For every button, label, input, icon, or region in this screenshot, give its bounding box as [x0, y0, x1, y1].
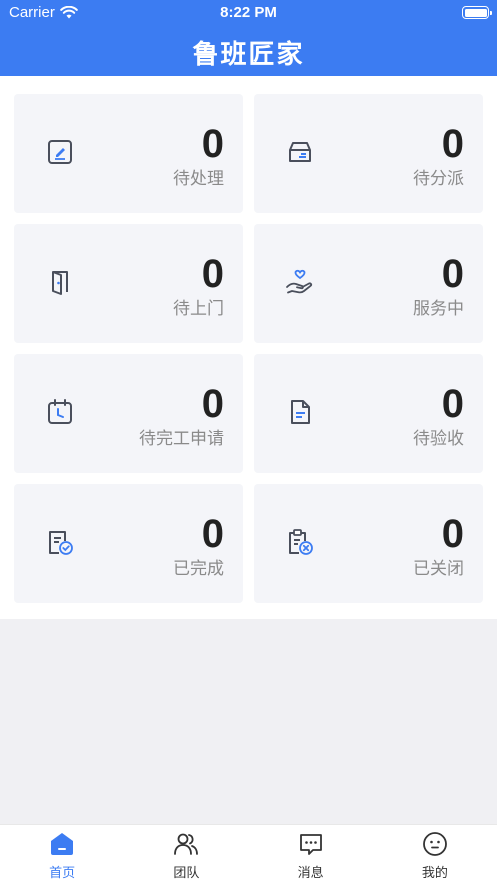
card-count: 0	[441, 122, 464, 166]
team-icon	[174, 833, 199, 855]
card-label: 待验收	[413, 429, 464, 448]
document-icon	[291, 400, 310, 424]
document-check-icon	[49, 531, 73, 555]
tab-home[interactable]: 首页	[0, 825, 124, 883]
status-card-completed[interactable]: 0 已完成	[14, 484, 243, 603]
bottom-tab-bar: 首页 团队 消息 我的	[0, 824, 497, 883]
battery-icon	[462, 6, 492, 19]
card-label: 待上门	[173, 299, 224, 318]
card-count: 0	[441, 382, 464, 426]
card-count: 0	[201, 382, 224, 426]
status-card-completion-request[interactable]: 0 待完工申请	[14, 354, 243, 473]
app-header: Carrier 8:22 PM 鲁班匠家	[0, 0, 497, 76]
card-count: 0	[441, 252, 464, 296]
status-bar: Carrier 8:22 PM	[0, 0, 497, 26]
calendar-clock-icon	[48, 399, 72, 424]
edit-icon	[48, 140, 72, 164]
tab-label: 消息	[297, 865, 324, 880]
profile-icon	[422, 832, 447, 856]
card-label: 已关闭	[413, 559, 464, 578]
app-title: 鲁班匠家	[192, 39, 305, 69]
card-count: 0	[201, 512, 224, 556]
door-icon	[52, 271, 68, 295]
hand-heart-icon	[286, 269, 313, 294]
message-icon	[299, 834, 322, 855]
clock: 8:22 PM	[220, 4, 277, 21]
order-status-grid: 0 待处理 0 待分派 0 待上门 0 服务中 0 待完工申请 0 待验收 0 …	[14, 94, 483, 603]
tab-label: 团队	[173, 865, 200, 880]
home-icon	[51, 833, 74, 855]
card-label: 待处理	[173, 169, 224, 188]
card-count: 0	[201, 252, 224, 296]
status-card-to-inspect[interactable]: 0 待验收	[254, 354, 483, 473]
status-card-closed[interactable]: 0 已关闭	[254, 484, 483, 603]
status-card-to-assign[interactable]: 0 待分派	[254, 94, 483, 213]
card-count: 0	[441, 512, 464, 556]
status-card-pending[interactable]: 0 待处理	[14, 94, 243, 213]
dashboard-panel: 0 待处理 0 待分派 0 待上门 0 服务中 0 待完工申请 0 待验收 0 …	[0, 76, 497, 619]
tab-label: 首页	[49, 865, 76, 880]
tab-profile[interactable]: 我的	[373, 825, 497, 883]
card-label: 已完成	[173, 559, 224, 578]
inbox-icon	[289, 142, 311, 162]
tab-label: 我的	[421, 865, 448, 880]
card-label: 服务中	[413, 299, 464, 318]
status-card-in-service[interactable]: 0 服务中	[254, 224, 483, 343]
card-label: 待完工申请	[139, 429, 224, 448]
card-label: 待分派	[413, 169, 464, 188]
card-count: 0	[201, 122, 224, 166]
clipboard-x-icon	[289, 529, 313, 555]
tab-messages[interactable]: 消息	[249, 825, 373, 883]
status-card-to-visit[interactable]: 0 待上门	[14, 224, 243, 343]
tab-team[interactable]: 团队	[124, 825, 248, 883]
